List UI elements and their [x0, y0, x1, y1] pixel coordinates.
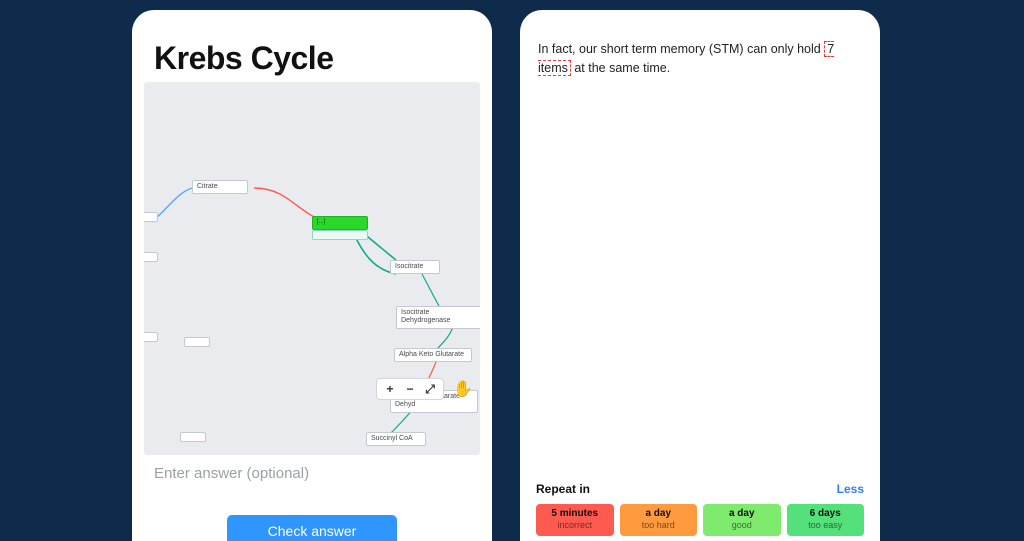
grade-label: too hard [622, 520, 696, 531]
map-node-isocitrate[interactable]: Isocitrate [390, 260, 440, 274]
grade-label: incorrect [538, 520, 612, 531]
grade-time: a day [705, 508, 779, 520]
zoom-out-icon[interactable]: − [403, 382, 417, 396]
check-answer-button[interactable]: Check answer [227, 515, 397, 541]
fact-text-pre: In fact, our short term memory (STM) can… [538, 42, 824, 56]
map-node-stub[interactable] [144, 212, 158, 222]
grade-too-hard[interactable]: a day too hard [620, 504, 698, 536]
fact-text: In fact, our short term memory (STM) can… [538, 40, 862, 79]
concept-map[interactable]: Citrate [...] Isocitrate Isocitrate Dehy… [144, 82, 480, 455]
map-node-spacer[interactable] [312, 230, 368, 240]
grade-time: a day [622, 508, 696, 520]
map-node-active[interactable]: [...] [312, 216, 368, 230]
map-node-iso-dehydrogenase[interactable]: Isocitrate Dehydrogenase [396, 306, 480, 329]
page-title: Krebs Cycle [154, 40, 333, 77]
less-link[interactable]: Less [837, 482, 864, 496]
fact-text-post: at the same time. [571, 61, 670, 75]
review-card: In fact, our short term memory (STM) can… [520, 10, 880, 541]
map-node-succinyl-coa[interactable]: Succinyl CoA [366, 432, 426, 446]
map-zoom-toolbar: + − ⤢ [376, 378, 444, 400]
map-node-stub[interactable] [144, 252, 158, 262]
repeat-footer: Repeat in Less 5 minutes incorrect a day… [520, 482, 880, 536]
answer-input[interactable] [154, 465, 470, 482]
pan-hand-icon[interactable]: ✋ [452, 378, 474, 400]
repeat-in-label: Repeat in [536, 482, 590, 496]
map-node-stub[interactable] [144, 332, 158, 342]
grade-incorrect[interactable]: 5 minutes incorrect [536, 504, 614, 536]
map-node-citrate[interactable]: Citrate [192, 180, 248, 194]
grade-too-easy[interactable]: 6 days too easy [787, 504, 865, 536]
grade-time: 5 minutes [538, 508, 612, 520]
quiz-card: Krebs Cycle Citrate [...] Isocitrate Iso [132, 10, 492, 541]
zoom-in-icon[interactable]: + [383, 382, 397, 396]
grade-label: too easy [789, 520, 863, 531]
map-node-stub[interactable] [180, 432, 206, 442]
zoom-fit-icon[interactable]: ⤢ [423, 382, 437, 396]
map-node-alpha-keto-glutarate[interactable]: Alpha Keto Glutarate [394, 348, 472, 362]
grade-label: good [705, 520, 779, 531]
grade-choices: 5 minutes incorrect a day too hard a day… [536, 504, 864, 536]
grade-time: 6 days [789, 508, 863, 520]
map-node-stub[interactable] [184, 337, 210, 347]
grade-good[interactable]: a day good [703, 504, 781, 536]
